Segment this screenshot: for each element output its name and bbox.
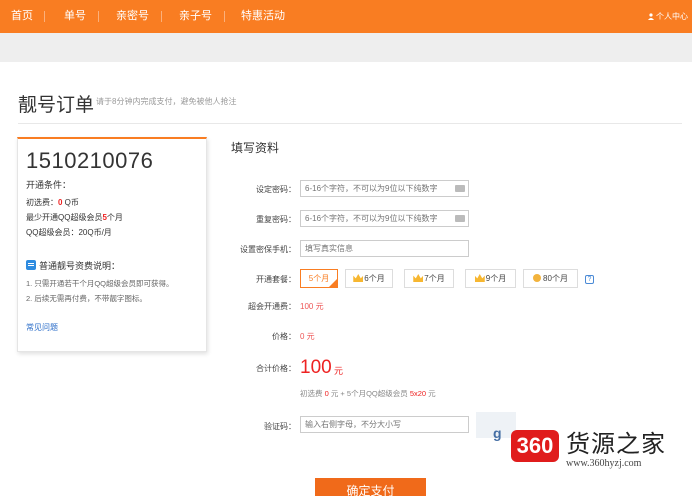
- document-icon: [26, 260, 36, 270]
- sub-nav-bar: [0, 33, 692, 62]
- nav-couple[interactable]: 亲密号: [116, 0, 149, 33]
- price-label: 价格：: [272, 332, 296, 341]
- nav-home[interactable]: 首页: [11, 0, 33, 33]
- plan-option-label: 5个月: [308, 274, 330, 283]
- crown-icon: [353, 274, 364, 282]
- total-price: 100: [300, 357, 332, 378]
- price-breakdown: 初选费 0 元 + 5个月QQ超级会员 5x20 元: [300, 388, 436, 399]
- breakdown-prefix: 初选费: [300, 389, 325, 398]
- security-phone-label: 设置密保手机：: [240, 245, 296, 254]
- plan-option-6-months[interactable]: 6个月: [345, 269, 393, 288]
- crown-icon: [474, 274, 485, 282]
- page-title: 靓号订单: [18, 95, 95, 116]
- member-price-line: QQ超级会员：20Q币/月: [26, 228, 112, 237]
- breakdown-calc: 5x20: [409, 389, 427, 398]
- fee-rule-1: 1. 只需开通若干个月QQ超级会员即可获得。: [26, 279, 174, 288]
- checkmark-icon: [328, 278, 338, 288]
- min-member-unit: 个月: [106, 213, 123, 222]
- nav-promotions[interactable]: 特惠活动: [241, 0, 285, 33]
- select-fee-prefix: 初选费：: [26, 198, 58, 207]
- captcha-glyph: g: [493, 425, 502, 441]
- plan-option-label: 6个月: [364, 274, 385, 283]
- plan-option-label: 9个月: [485, 274, 507, 283]
- form-title: 填写资料: [231, 141, 280, 155]
- breakdown-suffix: 元: [426, 389, 436, 398]
- plan-option-80-months[interactable]: 80个月: [523, 269, 578, 288]
- user-center-label: 个人中心: [656, 12, 688, 21]
- nav-parent-child[interactable]: 亲子号: [179, 0, 212, 33]
- plan-option-9-months[interactable]: 9个月: [465, 269, 516, 288]
- plan-option-label: 7个月: [424, 274, 445, 283]
- confirm-password-label: 重复密码：: [256, 215, 296, 224]
- member-fee-value: 100 元: [300, 302, 324, 311]
- member-fee-label: 超会开通费：: [248, 302, 296, 311]
- breakdown-mid: 元 + 5个月QQ超级会员: [328, 389, 410, 398]
- top-nav: 首页 单号 亲密号 亲子号 特惠活动 个人中心: [0, 0, 692, 33]
- confirm-password-input[interactable]: [300, 210, 469, 227]
- sun-icon: [533, 274, 542, 282]
- help-icon[interactable]: ?: [585, 275, 594, 284]
- plan-option-label: 80个月: [543, 274, 568, 283]
- fee-explain-title: 普通靓号资费说明：: [26, 259, 120, 272]
- nav-divider: [44, 11, 45, 22]
- password-label: 设定密码：: [256, 185, 296, 194]
- watermark-url: www.360hyzj.com: [566, 458, 642, 469]
- number-info-panel: 1510210076 开通条件： 初选费：0 Q币 最少开通QQ超级会员5个月 …: [17, 137, 207, 352]
- nav-divider: [161, 11, 162, 22]
- keyboard-icon[interactable]: [455, 215, 465, 222]
- title-divider: [18, 123, 682, 124]
- total-label: 合计价格：: [256, 364, 296, 373]
- condition-title: 开通条件：: [26, 180, 72, 190]
- security-phone-input[interactable]: [300, 240, 469, 257]
- page-subtitle: 请于8分钟内完成支付，避免被他人抢注: [96, 97, 237, 106]
- fee-rule-2: 2. 后续无需再付费，不带靓字图标。: [26, 294, 147, 303]
- captcha-label: 验证码：: [264, 422, 296, 431]
- watermark-logo: 360 货源之家 www.360hyzj.com: [508, 418, 692, 478]
- fee-explain-label: 普通靓号资费说明：: [39, 261, 121, 271]
- user-icon: [648, 13, 654, 20]
- selected-number: 1510210076: [26, 148, 154, 173]
- watermark-badge: 360: [511, 430, 559, 462]
- select-fee-line: 初选费：0 Q币: [26, 197, 79, 208]
- keyboard-icon[interactable]: [455, 185, 465, 192]
- captcha-input[interactable]: [300, 416, 469, 433]
- password-input[interactable]: [300, 180, 469, 197]
- nav-divider: [98, 11, 99, 22]
- total-price-unit: 元: [334, 366, 344, 376]
- nav-single[interactable]: 单号: [64, 0, 86, 33]
- min-member-prefix: 最少开通QQ超级会员: [26, 213, 103, 222]
- min-member-line: 最少开通QQ超级会员5个月: [26, 212, 123, 223]
- confirm-pay-button[interactable]: 确定支付: [315, 478, 426, 496]
- nav-divider: [224, 11, 225, 22]
- user-center-link[interactable]: 个人中心: [648, 0, 688, 33]
- plan-option-7-months[interactable]: 7个月: [404, 269, 454, 288]
- plan-option-5-months[interactable]: 5个月: [300, 269, 338, 288]
- faq-link[interactable]: 常见问题: [26, 322, 58, 333]
- select-fee-unit: Q币: [62, 198, 79, 207]
- price-value: 0 元: [300, 332, 315, 341]
- plan-label: 开通套餐：: [256, 275, 296, 284]
- crown-icon: [413, 274, 424, 282]
- watermark-name: 货源之家: [566, 430, 666, 458]
